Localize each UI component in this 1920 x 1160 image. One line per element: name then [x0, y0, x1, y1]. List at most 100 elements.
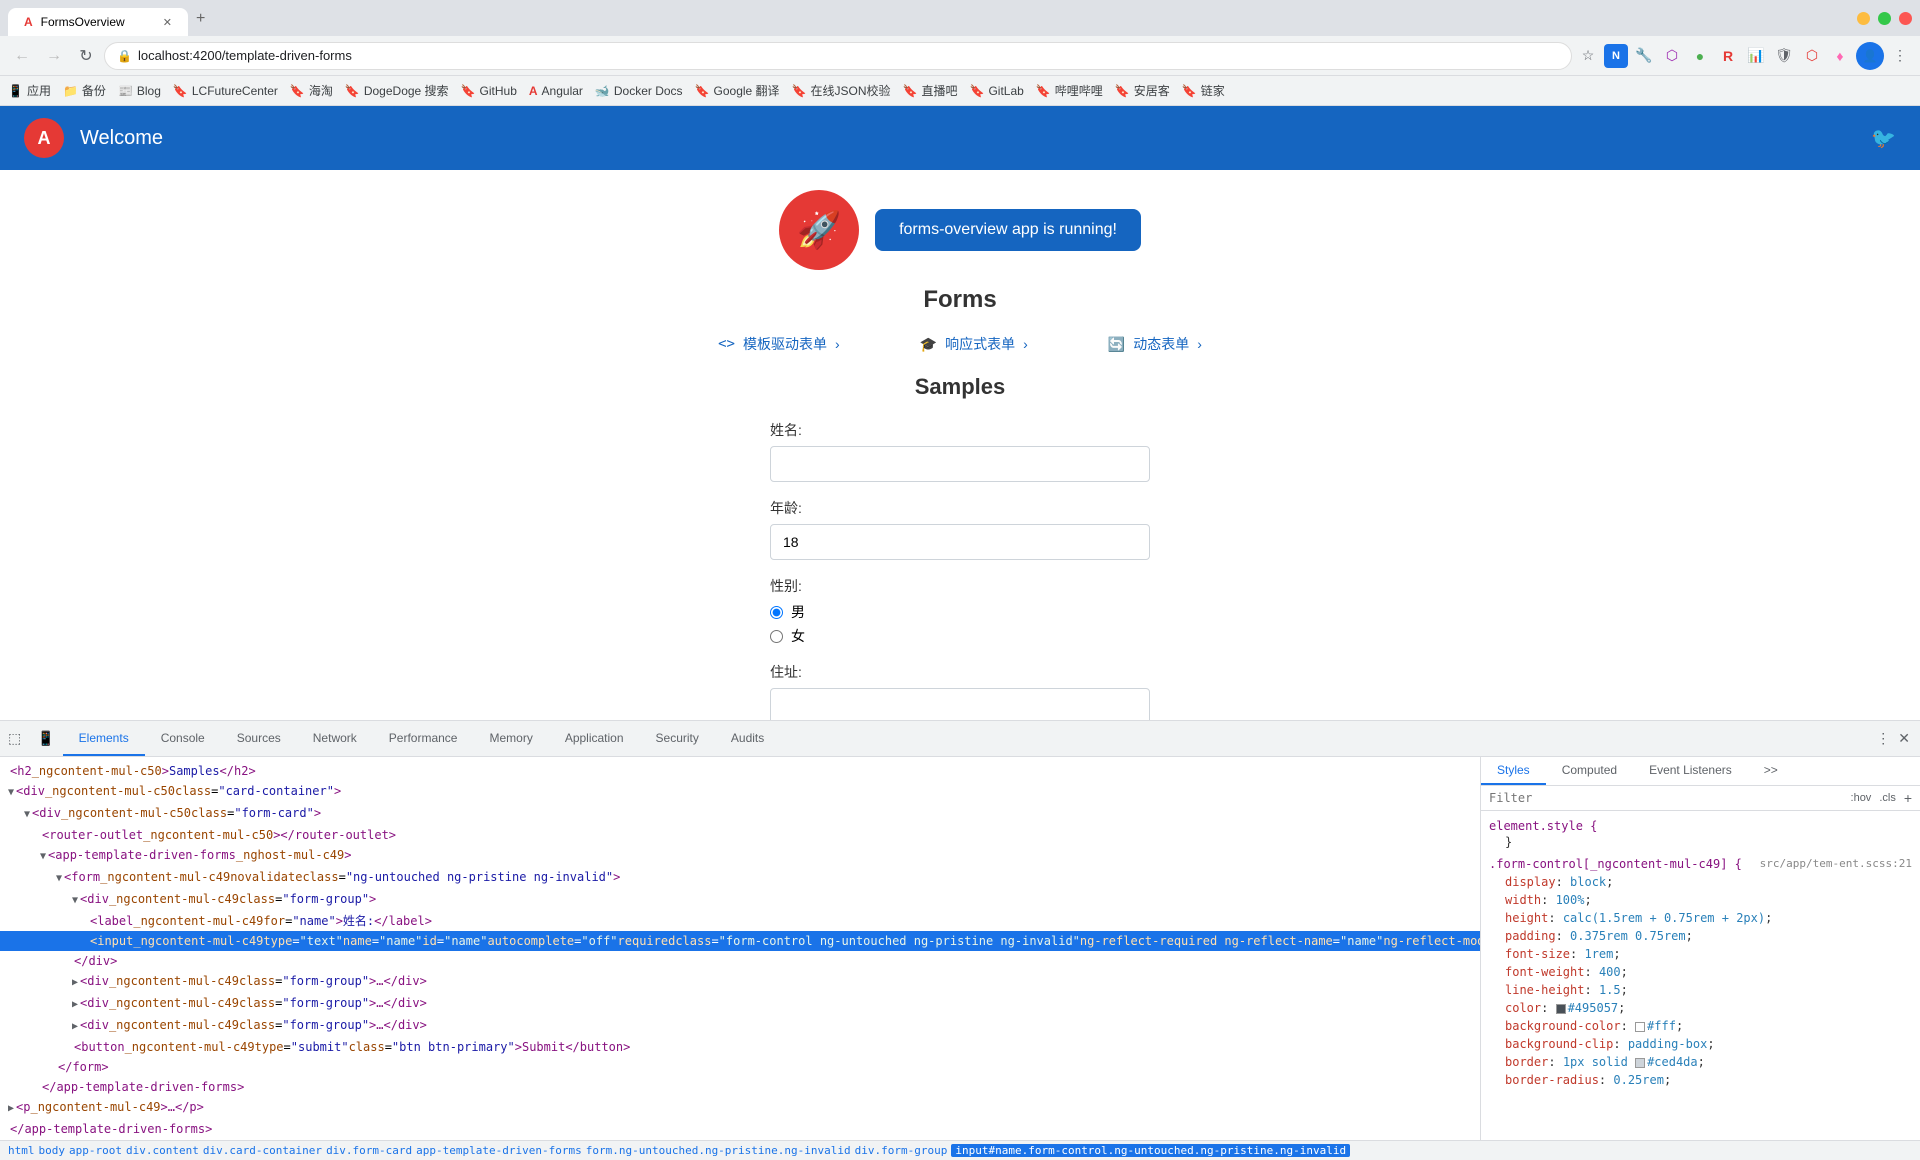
reload-button[interactable]: ↻	[72, 42, 100, 70]
bookmark-anjuke[interactable]: 🔖安居客	[1115, 82, 1170, 99]
bookmark-apps[interactable]: 📱应用	[8, 82, 51, 99]
breadcrumb-app-root[interactable]: app-root	[69, 1144, 122, 1157]
user-profile-icon[interactable]: 👤	[1856, 42, 1884, 70]
dom-line-10[interactable]: </div>	[0, 951, 1480, 971]
tab-performance[interactable]: Performance	[373, 721, 474, 756]
bookmark-angular[interactable]: AAngular	[529, 84, 583, 98]
minimize-button[interactable]	[1857, 12, 1870, 25]
extension-icon-3[interactable]: ⬡	[1660, 44, 1684, 68]
address-input[interactable]	[770, 688, 1150, 720]
dynamic-forms-link[interactable]: 🔄 动态表单 ›	[1108, 334, 1202, 354]
dom-line-11[interactable]: <div _ngcontent-mul-c49 class="form-grou…	[0, 971, 1480, 993]
collapse-triangle[interactable]	[40, 848, 46, 866]
collapse-triangle[interactable]	[72, 996, 78, 1014]
bookmark-dogedoge[interactable]: 🔖DogeDoge 搜索	[345, 82, 449, 99]
bookmark-docker[interactable]: 🐋Docker Docs	[595, 84, 683, 98]
styles-tab-computed[interactable]: Computed	[1546, 757, 1633, 785]
breadcrumb-form-card[interactable]: div.form-card	[326, 1144, 412, 1157]
collapse-triangle[interactable]	[72, 1018, 78, 1036]
new-tab-button[interactable]: +	[188, 2, 213, 36]
bookmark-lianjia[interactable]: 🔖链家	[1182, 82, 1225, 99]
bookmark-haitao[interactable]: 🔖海淘	[290, 82, 333, 99]
collapse-triangle[interactable]	[56, 870, 62, 888]
dom-line-12[interactable]: <div _ngcontent-mul-c49 class="form-grou…	[0, 993, 1480, 1015]
dom-line-17[interactable]: <p _ngcontent-mul-c49 >…</p>	[0, 1097, 1480, 1119]
age-input[interactable]	[770, 524, 1150, 560]
bookmark-json[interactable]: 🔖在线JSON校验	[792, 82, 891, 99]
collapse-triangle[interactable]	[8, 784, 14, 802]
tab-application[interactable]: Application	[549, 721, 640, 756]
address-bar[interactable]: 🔒 localhost:4200/template-driven-forms	[104, 42, 1572, 70]
breadcrumb-div-content[interactable]: div.content	[126, 1144, 199, 1157]
extension-icon-6[interactable]: 📊	[1744, 44, 1768, 68]
extension-icon-8[interactable]: ⬡	[1800, 44, 1824, 68]
back-button[interactable]: ←	[8, 42, 36, 70]
cls-button[interactable]: .cls	[1879, 792, 1896, 804]
bookmark-github[interactable]: 🔖GitHub	[461, 84, 517, 98]
tab-network[interactable]: Network	[297, 721, 373, 756]
maximize-button[interactable]	[1878, 12, 1891, 25]
dom-line-18[interactable]: </app-template-driven-forms>	[0, 1119, 1480, 1139]
dom-line-2[interactable]: <div _ngcontent-mul-c50 class="card-cont…	[0, 781, 1480, 803]
tab-elements[interactable]: Elements	[63, 721, 145, 756]
dom-line-7[interactable]: <div _ngcontent-mul-c49 class="form-grou…	[0, 889, 1480, 911]
dom-line-9[interactable]: <input _ngcontent-mul-c49 type="text" na…	[0, 931, 1480, 951]
collapse-triangle[interactable]	[72, 974, 78, 992]
bookmark-translate[interactable]: 🔖Google 翻译	[695, 82, 780, 99]
bookmark-backup[interactable]: 📁备份	[63, 82, 106, 99]
extension-icon-1[interactable]: N	[1604, 44, 1628, 68]
name-input[interactable]	[770, 446, 1150, 482]
styles-tab-styles[interactable]: Styles	[1481, 757, 1546, 785]
breadcrumb-card-container[interactable]: div.card-container	[203, 1144, 322, 1157]
dom-line-13[interactable]: <div _ngcontent-mul-c49 class="form-grou…	[0, 1015, 1480, 1037]
collapse-triangle[interactable]	[8, 1100, 14, 1118]
tab-sources[interactable]: Sources	[221, 721, 297, 756]
breadcrumb-app-forms[interactable]: app-template-driven-forms	[416, 1144, 582, 1157]
gender-female-radio[interactable]	[770, 630, 783, 643]
gender-female-option[interactable]: 女	[770, 626, 1150, 646]
close-button[interactable]	[1899, 12, 1912, 25]
breadcrumb-body[interactable]: body	[39, 1144, 66, 1157]
breadcrumb-input-selected[interactable]: input#name.form-control.ng-untouched.ng-…	[951, 1144, 1350, 1157]
devtools-more-button[interactable]: ⋮	[1874, 728, 1892, 749]
tab-close-button[interactable]: ✕	[163, 16, 172, 29]
add-style-button[interactable]: +	[1904, 790, 1912, 806]
gender-male-option[interactable]: 男	[770, 602, 1150, 622]
dom-line-8[interactable]: <label _ngcontent-mul-c49 for="name" > 姓…	[0, 911, 1480, 931]
bookmark-bilibili[interactable]: 🔖哔哩哔哩	[1036, 82, 1103, 99]
hov-button[interactable]: :hov	[1851, 792, 1872, 804]
dom-line-15[interactable]: </form>	[0, 1057, 1480, 1077]
collapse-triangle[interactable]	[24, 806, 30, 824]
dom-line-16[interactable]: </app-template-driven-forms>	[0, 1077, 1480, 1097]
styles-filter-input[interactable]	[1489, 791, 1843, 805]
bookmark-gitlab[interactable]: 🔖GitLab	[969, 84, 1023, 98]
template-forms-link[interactable]: <> 模板驱动表单 ›	[718, 334, 840, 354]
tab-security[interactable]: Security	[640, 721, 715, 756]
bookmark-lcfuture[interactable]: 🔖LCFutureCenter	[173, 84, 278, 98]
bookmark-zhibo[interactable]: 🔖直播吧	[903, 82, 958, 99]
device-toggle-button[interactable]: 📱	[29, 722, 62, 755]
tab-memory[interactable]: Memory	[473, 721, 548, 756]
dom-line-5[interactable]: <app-template-driven-forms _nghost-mul-c…	[0, 845, 1480, 867]
breadcrumb-html[interactable]: html	[8, 1144, 35, 1157]
bookmark-star-icon[interactable]: ☆	[1576, 44, 1600, 68]
breadcrumb-div-form-group[interactable]: div.form-group	[855, 1144, 948, 1157]
extension-icon-5[interactable]: R	[1716, 44, 1740, 68]
dom-line-1[interactable]: <h2 _ngcontent-mul-c50 > Samples </h2>	[0, 761, 1480, 781]
gender-male-radio[interactable]	[770, 606, 783, 619]
dom-line-14[interactable]: <button _ngcontent-mul-c49 type="submit"…	[0, 1037, 1480, 1057]
extension-icon-4[interactable]: ●	[1688, 44, 1712, 68]
devtools-close-button[interactable]: ✕	[1896, 728, 1912, 749]
breadcrumb-form[interactable]: form.ng-untouched.ng-pristine.ng-invalid	[586, 1144, 851, 1157]
tab-console[interactable]: Console	[145, 721, 221, 756]
extension-icon-7[interactable]: 🛡	[1772, 44, 1796, 68]
bookmark-blog[interactable]: 📰Blog	[118, 84, 161, 98]
forward-button[interactable]: →	[40, 42, 68, 70]
collapse-triangle[interactable]	[72, 892, 78, 910]
inspect-element-button[interactable]: ⬚	[0, 722, 29, 755]
twitter-icon[interactable]: 🐦	[1871, 126, 1896, 151]
menu-icon[interactable]: ⋮	[1888, 44, 1912, 68]
styles-tab-event-listeners[interactable]: Event Listeners	[1633, 757, 1748, 785]
extension-icon-9[interactable]: ♦	[1828, 44, 1852, 68]
tab-audits[interactable]: Audits	[715, 721, 780, 756]
